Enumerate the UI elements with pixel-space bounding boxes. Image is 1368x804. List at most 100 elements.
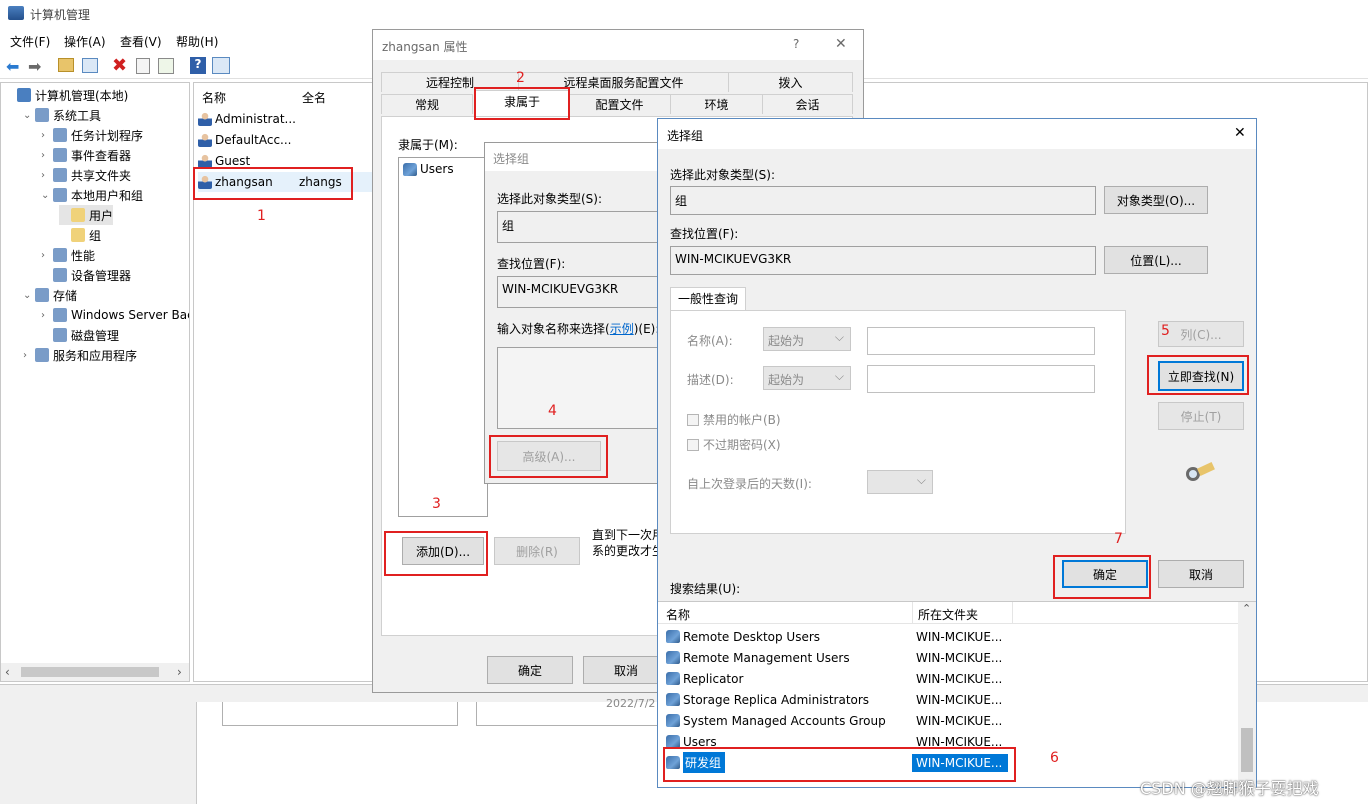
member-of-list[interactable]: Users	[398, 157, 488, 517]
forward-icon[interactable]: ➡	[28, 57, 41, 76]
menu-action[interactable]: 操作(A)	[64, 33, 106, 50]
tree-item[interactable]: › 共享文件夹	[41, 165, 131, 185]
result-name: Remote Management Users	[683, 650, 850, 665]
app-icon	[8, 6, 24, 20]
adv-location-label: 查找位置(F):	[670, 227, 739, 241]
simple-enter-names-label: 输入对象名称来选择(示例)(E):	[497, 322, 660, 336]
tab-sessions[interactable]: 会话	[763, 94, 853, 114]
console-tree-icon[interactable]	[82, 58, 98, 73]
checkbox-icon	[687, 439, 699, 451]
tree-item[interactable]: 计算机管理(本地)	[5, 85, 128, 105]
expand-arrow-icon[interactable]: ›	[41, 130, 53, 141]
menu-help[interactable]: 帮助(H)	[176, 33, 218, 50]
expand-arrow-icon[interactable]: ›	[41, 150, 53, 161]
columns-button[interactable]: 列(C)...	[1158, 321, 1244, 347]
result-row[interactable]: Remote Management Users WIN-MCIKUE...	[662, 647, 1238, 668]
scroll-thumb[interactable]	[21, 667, 159, 677]
tab-general[interactable]: 常规	[381, 94, 473, 114]
tree-item[interactable]: › Windows Server Back	[41, 305, 190, 325]
expand-arrow-icon[interactable]: ⌄	[23, 290, 35, 301]
action-pane-icon[interactable]	[212, 57, 230, 74]
non-expiring-checkbox[interactable]: 不过期密码(X)	[687, 436, 781, 453]
help-icon[interactable]: ?	[190, 57, 206, 74]
tree-item[interactable]: 用户	[59, 205, 114, 225]
desc-combo[interactable]: 起始为	[763, 366, 851, 390]
tree-item[interactable]: ⌄ 存储	[23, 285, 77, 305]
user-row[interactable]: DefaultAcc...	[198, 130, 368, 150]
days-combo[interactable]	[867, 470, 933, 494]
user-row[interactable]: Administrat...	[198, 109, 368, 129]
simple-title: 选择组	[493, 152, 530, 166]
results-col-name[interactable]: 名称	[666, 606, 690, 623]
folder-up-icon[interactable]	[58, 58, 74, 72]
expand-arrow-icon[interactable]: ›	[41, 310, 53, 321]
scroll-left-icon[interactable]: ‹	[5, 665, 10, 679]
col-header-name[interactable]: 名称	[202, 89, 226, 106]
scroll-right-icon[interactable]: ›	[177, 665, 182, 679]
tree-item[interactable]: 磁盘管理	[41, 325, 119, 345]
note-line-2: 系的更改才生	[592, 544, 665, 558]
tree-item[interactable]: › 服务和应用程序	[23, 345, 137, 365]
tree-node-icon	[53, 268, 67, 282]
results-col-folder[interactable]: 所在文件夹	[918, 606, 978, 623]
tree-node-icon	[53, 328, 67, 342]
back-icon[interactable]: ⬅	[6, 57, 19, 76]
tree-item-label: Windows Server Back	[71, 308, 190, 322]
result-row[interactable]: Storage Replica Administrators WIN-MCIKUE…	[662, 689, 1238, 710]
tab-profile[interactable]: 配置文件	[569, 94, 671, 114]
examples-link[interactable]: 示例	[610, 322, 634, 336]
adv-close-icon[interactable]: ✕	[1234, 125, 1246, 141]
menu-view[interactable]: 查看(V)	[120, 33, 162, 50]
disabled-accounts-checkbox[interactable]: 禁用的帐户(B)	[687, 411, 781, 428]
delete-icon[interactable]: ✖	[112, 55, 127, 76]
adv-object-type-label: 选择此对象类型(S):	[670, 168, 776, 182]
tree-item[interactable]: ⌄ 本地用户和组	[41, 185, 143, 205]
tree-item[interactable]: 组	[59, 225, 101, 245]
tree-item[interactable]: › 性能	[41, 245, 95, 265]
adv-cancel-button[interactable]: 取消	[1158, 560, 1244, 588]
props-ok-button[interactable]: 确定	[487, 656, 573, 684]
result-row[interactable]: Remote Desktop Users WIN-MCIKUE...	[662, 626, 1238, 647]
tree-item[interactable]: ⌄ 系统工具	[23, 105, 101, 125]
expand-arrow-icon[interactable]: ⌄	[23, 110, 35, 121]
tree-node-icon	[71, 208, 85, 222]
common-queries-tab[interactable]: 一般性查询	[670, 287, 746, 311]
props-title: zhangsan 属性	[382, 40, 468, 54]
highlight-advanced-button	[489, 435, 608, 478]
tab-dial-in[interactable]: 拨入	[729, 72, 853, 92]
result-row[interactable]: Replicator WIN-MCIKUE...	[662, 668, 1238, 689]
expand-arrow-icon[interactable]: ›	[41, 170, 53, 181]
menu-file[interactable]: 文件(F)	[10, 33, 50, 50]
scroll-up-icon[interactable]: ⌃	[1242, 602, 1251, 615]
days-since-logon-label: 自上次登录后的天数(I):	[687, 477, 812, 491]
tree-item[interactable]: 设备管理器	[41, 265, 131, 285]
scroll-thumb[interactable]	[1241, 728, 1253, 772]
expand-arrow-icon[interactable]: ›	[23, 350, 35, 361]
locations-button[interactable]: 位置(L)...	[1104, 246, 1208, 274]
name-combo[interactable]: 起始为	[763, 327, 851, 351]
member-of-item[interactable]: Users	[403, 162, 454, 176]
help-title-icon[interactable]: ?	[793, 37, 799, 51]
tree-item[interactable]: › 事件查看器	[41, 145, 131, 165]
object-types-button[interactable]: 对象类型(O)...	[1104, 186, 1208, 214]
tab-environment[interactable]: 环境	[671, 94, 763, 114]
result-row[interactable]: System Managed Accounts Group WIN-MCIKUE.…	[662, 710, 1238, 731]
properties-icon[interactable]	[136, 58, 150, 74]
desc-input[interactable]	[867, 365, 1095, 393]
results-vscrollbar[interactable]: ⌃	[1238, 602, 1256, 788]
expand-arrow-icon[interactable]: ›	[41, 250, 53, 261]
watermark: CSDN @翘脚猴子耍把戏	[1140, 779, 1319, 798]
group-icon	[666, 630, 680, 643]
remove-button[interactable]: 删除(R)	[494, 537, 580, 565]
name-input[interactable]	[867, 327, 1095, 355]
result-name: Storage Replica Administrators	[683, 692, 870, 707]
tree-item[interactable]: › 任务计划程序	[41, 125, 143, 145]
tree-hscrollbar[interactable]: ‹ ›	[1, 663, 189, 681]
close-icon[interactable]: ✕	[835, 36, 847, 52]
expand-arrow-icon[interactable]: ⌄	[41, 190, 53, 201]
simple-names-box[interactable]	[497, 347, 667, 429]
highlight-find-now	[1147, 355, 1249, 395]
col-header-fullname[interactable]: 全名	[302, 89, 326, 106]
export-icon[interactable]	[158, 58, 174, 74]
stop-button[interactable]: 停止(T)	[1158, 402, 1244, 430]
